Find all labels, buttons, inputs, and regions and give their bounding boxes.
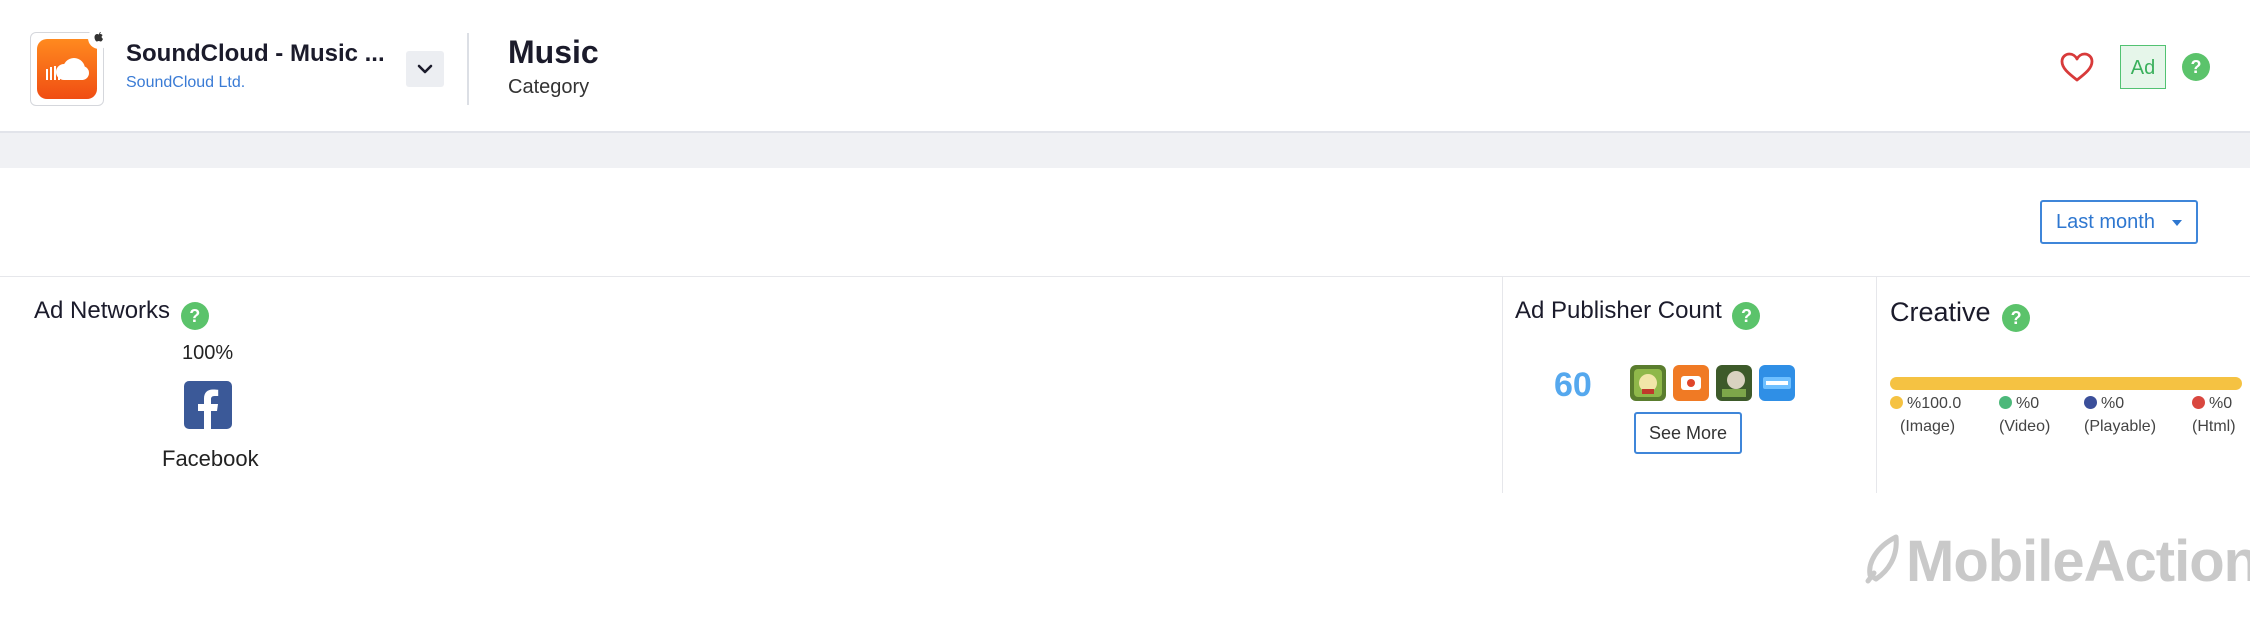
- creative-share-bar: [1890, 377, 2242, 390]
- ad-publisher-title: Ad Publisher Count ?: [1515, 297, 1761, 330]
- legend-dot: [1999, 396, 2012, 409]
- legend-value: %0: [2101, 395, 2125, 412]
- legend-label: (Playable): [2084, 418, 2157, 435]
- category-label: Category: [508, 76, 590, 98]
- rocket-logo-icon: [1865, 534, 1899, 584]
- creative-legend-playable: %0 (Playable): [2084, 392, 2156, 438]
- period-dropdown[interactable]: Last month: [2040, 200, 2198, 244]
- legend-value: %100.0: [1907, 395, 1962, 412]
- watermark-text: MobileAction: [1906, 529, 2250, 594]
- ad-publisher-title-text: Ad Publisher Count: [1515, 297, 1722, 324]
- chevron-down-icon: [417, 64, 433, 74]
- developer-link[interactable]: SoundCloud Ltd.: [126, 74, 245, 92]
- creative-legend-video: %0 (Video): [1999, 392, 2050, 438]
- help-icon[interactable]: ?: [2182, 53, 2210, 81]
- apple-icon: [88, 27, 110, 49]
- period-dropdown-label: Last month: [2056, 211, 2155, 233]
- help-icon[interactable]: ?: [1732, 302, 1761, 330]
- publisher-app-icon[interactable]: [1716, 365, 1752, 401]
- creative-legend-image: %100.0 (Image): [1890, 392, 1961, 438]
- help-icon[interactable]: ?: [2002, 304, 2031, 332]
- ad-networks-title-text: Ad Networks: [34, 297, 171, 324]
- creative-title: Creative ?: [1890, 297, 2031, 332]
- legend-dot: [1890, 396, 1903, 409]
- legend-value: %0: [2016, 395, 2040, 412]
- ad-badge[interactable]: Ad: [2120, 45, 2166, 89]
- panel-divider: [1502, 277, 1503, 493]
- legend-label: (Html): [2192, 418, 2236, 435]
- publisher-app-icon[interactable]: [1673, 365, 1709, 401]
- section-band: [0, 133, 2250, 168]
- caret-down-icon: [2172, 220, 2182, 226]
- network-percent: 100%: [182, 342, 234, 364]
- legend-label: (Video): [1999, 418, 2051, 435]
- creative-title-text: Creative: [1890, 297, 1991, 327]
- publisher-count: 60: [1554, 366, 1592, 404]
- category-title: Music: [508, 34, 599, 70]
- filter-row: [0, 168, 2250, 277]
- heart-icon[interactable]: [2059, 51, 2095, 83]
- legend-dot: [2192, 396, 2205, 409]
- panel-divider: [1876, 277, 1877, 493]
- ad-networks-title: Ad Networks ?: [34, 297, 209, 330]
- publisher-app-icon[interactable]: [1630, 365, 1666, 401]
- creative-legend-html: %0 (Html): [2192, 392, 2236, 438]
- app-title[interactable]: SoundCloud - Music ...: [126, 40, 385, 68]
- legend-label: (Image): [1900, 418, 1956, 435]
- facebook-icon: [184, 381, 232, 429]
- see-more-button[interactable]: See More: [1634, 412, 1742, 454]
- legend-value: %0: [2209, 395, 2233, 412]
- legend-dot: [2084, 396, 2097, 409]
- help-icon[interactable]: ?: [180, 302, 209, 330]
- header-divider: [467, 33, 469, 105]
- app-switcher-button[interactable]: [406, 51, 444, 87]
- network-name: Facebook: [162, 446, 259, 471]
- publisher-app-icon[interactable]: [1759, 365, 1795, 401]
